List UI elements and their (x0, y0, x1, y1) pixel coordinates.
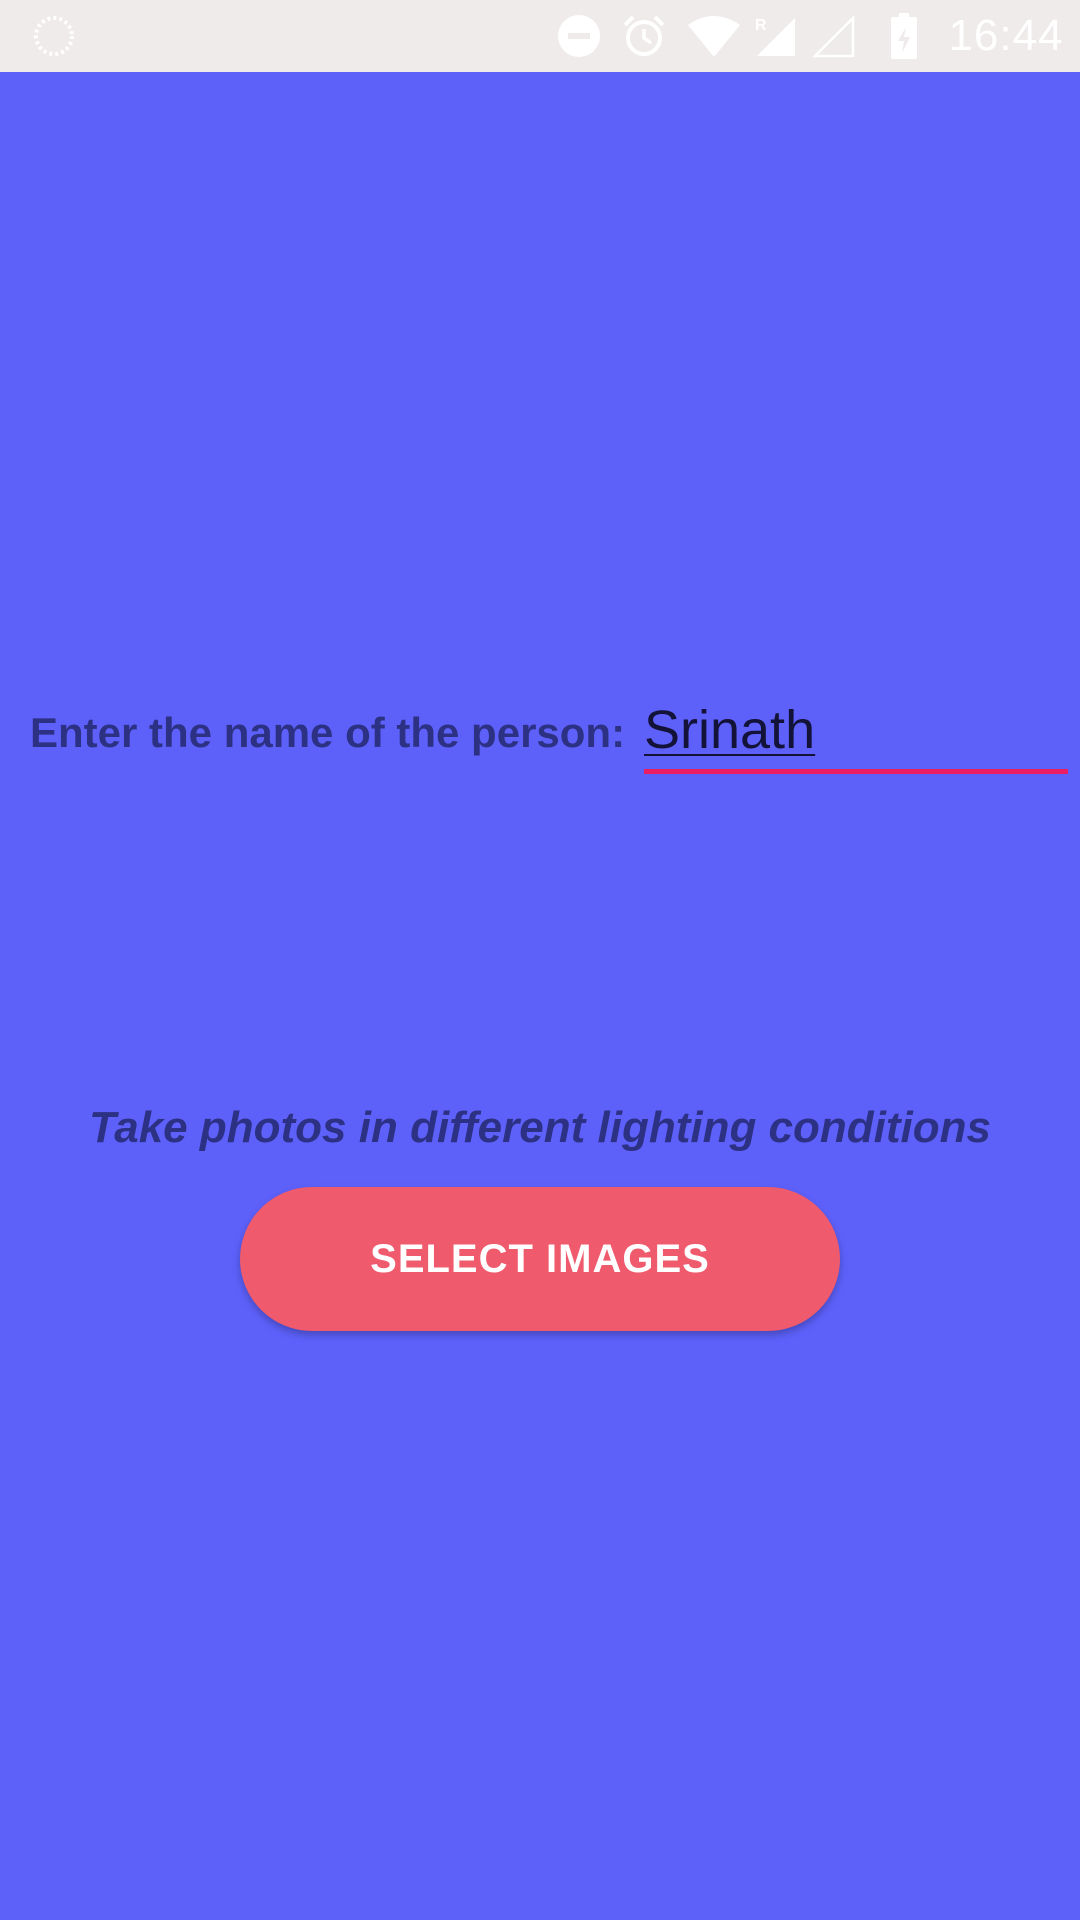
battery-charging-icon (884, 0, 924, 72)
status-bar: R 16:44 (0, 0, 1080, 72)
signal-empty-icon (810, 0, 856, 72)
status-time: 16:44 (948, 11, 1064, 60)
loading-icon (30, 0, 78, 72)
name-input[interactable] (644, 690, 1068, 774)
do-not-disturb-icon (554, 0, 604, 72)
signal-roaming-icon: R (752, 0, 798, 72)
alarm-icon (618, 0, 670, 72)
svg-text:R: R (755, 17, 767, 34)
wifi-icon (684, 0, 744, 72)
instruction-text: Take photos in different lighting condit… (89, 1103, 991, 1152)
name-label: Enter the name of the person: (30, 709, 626, 756)
select-images-button[interactable]: SELECT IMAGES (240, 1187, 840, 1331)
